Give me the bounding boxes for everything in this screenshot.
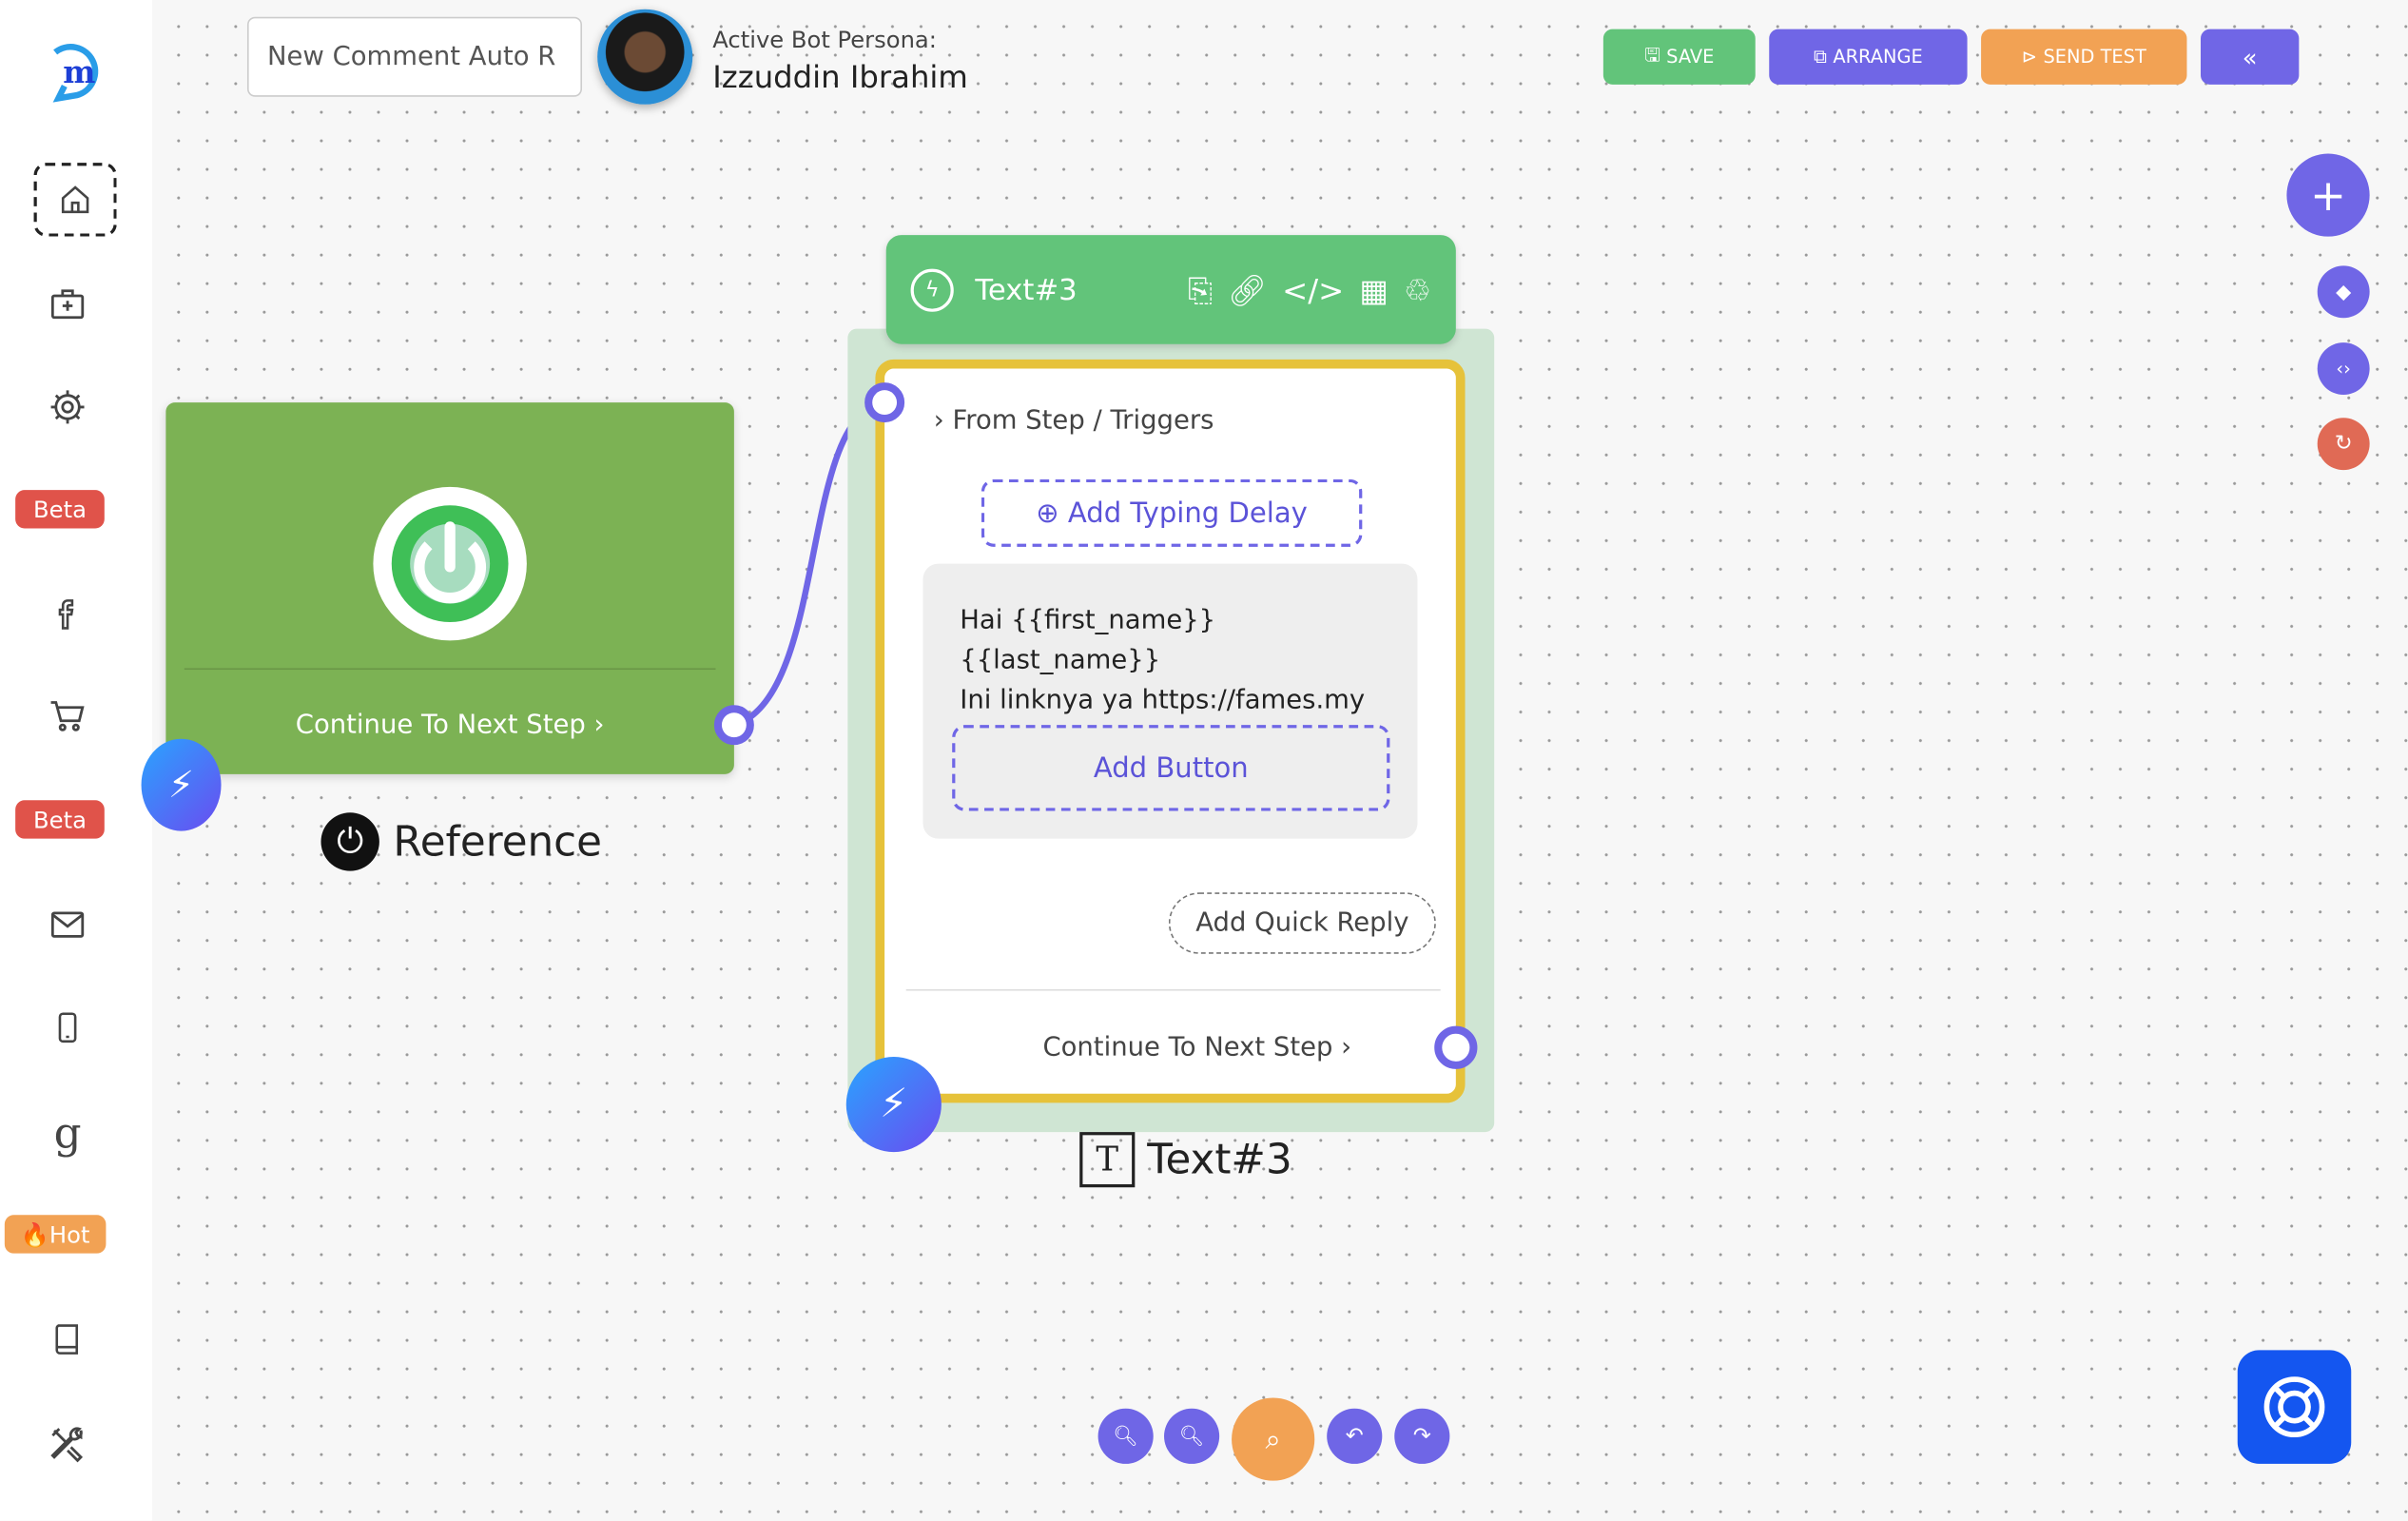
text-node-title: T Text#3 bbox=[1079, 1132, 1292, 1188]
message-text[interactable]: Hai {{first_name}} {{last_name}} Ini link… bbox=[960, 600, 1417, 720]
lifebuoy-icon bbox=[2263, 1376, 2325, 1438]
text-node-header[interactable]: ϟ Text#3 ⎘ 🔗︎ </> ▦ ♲ bbox=[885, 235, 1456, 344]
power-icon bbox=[373, 486, 527, 641]
clipboard-icon[interactable]: ⎘ bbox=[1188, 271, 1213, 308]
add-button[interactable]: Add Button bbox=[952, 725, 1390, 811]
add-quick-reply-button[interactable]: Add Quick Reply bbox=[1168, 892, 1436, 954]
text-node-input-port[interactable] bbox=[864, 382, 905, 423]
message-bubble[interactable]: Hai {{first_name}} {{last_name}} Ini link… bbox=[922, 563, 1418, 839]
code-icon[interactable]: </> bbox=[1282, 271, 1344, 308]
help-button[interactable] bbox=[2237, 1350, 2352, 1464]
undo-icon: ↶ bbox=[1345, 1423, 1364, 1449]
reference-output-port[interactable] bbox=[713, 705, 754, 746]
from-step-label[interactable]: › From Step / Triggers bbox=[934, 405, 1214, 436]
continue-label: Continue To Next Step › bbox=[1042, 1032, 1352, 1063]
reference-node[interactable]: Continue To Next Step › bbox=[165, 402, 734, 774]
messenger-icon: ⚡ bbox=[845, 1056, 942, 1153]
text-node-output-port[interactable] bbox=[1434, 1025, 1478, 1069]
continue-label: Continue To Next Step › bbox=[295, 710, 605, 741]
messenger-icon: ϟ bbox=[910, 267, 954, 311]
undo-button[interactable]: ↶ bbox=[1327, 1408, 1383, 1464]
analytics-search-icon: ⌕ bbox=[1265, 1423, 1281, 1456]
zoom-in-icon: 🔍︎ bbox=[1178, 1424, 1205, 1448]
redo-icon: ↷ bbox=[1412, 1423, 1431, 1449]
link-icon[interactable]: 🔗︎ bbox=[1228, 271, 1267, 308]
reference-title: ⏻ Reference bbox=[320, 812, 602, 871]
power-icon: ⏻ bbox=[320, 812, 379, 871]
zoom-out-icon: 🔍︎ bbox=[1113, 1424, 1138, 1448]
zoom-out-button[interactable]: 🔍︎ bbox=[1097, 1408, 1154, 1464]
text-node[interactable]: › From Step / Triggers ⊕ Add Typing Dela… bbox=[875, 359, 1466, 1103]
fit-view-button[interactable]: ⌕ bbox=[1232, 1397, 1315, 1481]
qr-code-icon[interactable]: ▦ bbox=[1359, 271, 1388, 308]
zoom-in-button[interactable]: 🔍︎ bbox=[1164, 1408, 1220, 1464]
messenger-icon: ⚡ bbox=[141, 738, 222, 831]
redo-button[interactable]: ↷ bbox=[1394, 1408, 1450, 1464]
text-type-icon: T bbox=[1079, 1132, 1136, 1188]
divider bbox=[905, 988, 1441, 991]
divider bbox=[184, 668, 716, 671]
webhook-icon[interactable]: ♲ bbox=[1404, 271, 1431, 308]
add-typing-delay-button[interactable]: ⊕ Add Typing Delay bbox=[981, 478, 1363, 547]
